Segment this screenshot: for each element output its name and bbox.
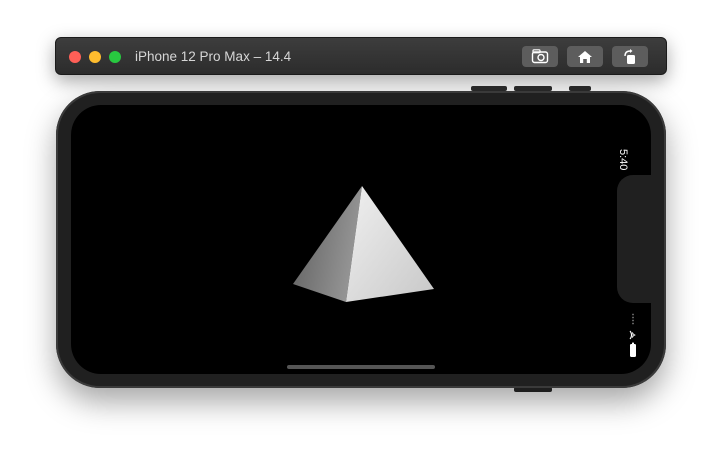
pyramid-icon: [293, 186, 434, 302]
status-time: 5:40: [617, 149, 629, 171]
battery-icon: [630, 342, 636, 357]
zoom-window-button[interactable]: [109, 51, 121, 63]
sensor-housing: [617, 175, 651, 303]
title-bar[interactable]: iPhone 12 Pro Max – 14.4: [55, 37, 667, 75]
minimize-window-button[interactable]: [89, 51, 101, 63]
screenshot-button[interactable]: [522, 46, 558, 67]
simulator-window: iPhone 12 Pro Max – 14.4 5:40: [0, 0, 722, 469]
camera-icon: [531, 49, 549, 64]
wifi-icon: [629, 330, 636, 340]
close-window-button[interactable]: [69, 51, 81, 63]
rotate-button[interactable]: [612, 46, 648, 67]
status-icons: [629, 313, 636, 357]
home-button[interactable]: [567, 46, 603, 67]
home-icon: [578, 50, 592, 63]
home-indicator[interactable]: [287, 365, 435, 369]
device-frame: 5:40: [56, 91, 666, 388]
cellular-dots-icon: [632, 313, 634, 325]
device-screen[interactable]: 5:40: [71, 105, 651, 374]
window-title: iPhone 12 Pro Max – 14.4: [135, 49, 292, 64]
rotate-icon: [624, 48, 635, 64]
